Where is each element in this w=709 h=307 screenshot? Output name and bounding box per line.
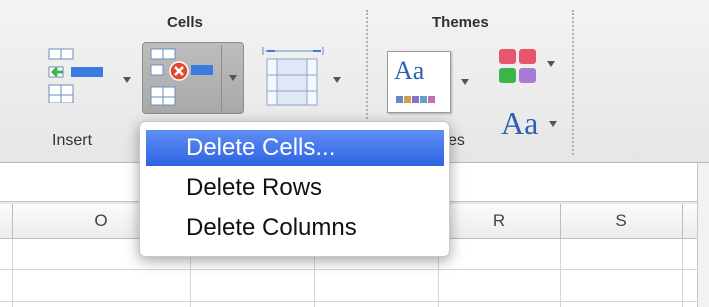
format-dropdown-caret[interactable] [333, 77, 341, 83]
themes-button[interactable]: Aa [378, 44, 480, 122]
column-header-label: O [94, 211, 108, 230]
grid-line [12, 239, 13, 307]
column-header-r[interactable]: R [438, 204, 561, 238]
format-button[interactable] [252, 40, 346, 116]
menu-item-delete-columns[interactable]: Delete Columns [146, 210, 444, 246]
menu-item-delete-cells[interactable]: Delete Cells... [146, 130, 444, 166]
themes-dropdown-caret[interactable] [461, 79, 469, 85]
theme-preview: Aa [387, 51, 451, 113]
cells-group-title: Cells [167, 14, 203, 31]
menu-item-delete-rows[interactable]: Delete Rows [146, 170, 444, 206]
theme-fonts-icon: Aa [501, 105, 539, 141]
vertical-scrollbar[interactable] [697, 163, 709, 307]
delete-dropdown-menu: Delete Cells... Delete Rows Delete Colum… [139, 121, 450, 257]
delete-dropdown-caret[interactable] [229, 75, 237, 81]
theme-colors-caret[interactable] [547, 61, 555, 67]
theme-fonts-button[interactable]: Aa [494, 100, 566, 152]
theme-preview-text: Aa [394, 56, 425, 85]
column-header-label: S [615, 211, 627, 230]
column-header-s[interactable]: S [560, 204, 683, 238]
grid-line [0, 269, 700, 270]
theme-fonts-caret[interactable] [549, 121, 557, 127]
color-swatches-icon [499, 49, 536, 83]
insert-label: Insert [52, 132, 93, 149]
themes-label: es [448, 132, 465, 149]
delete-cells-icon [150, 48, 213, 106]
insert-dropdown-caret[interactable] [123, 77, 131, 83]
grid-line [682, 239, 683, 307]
theme-colors-button[interactable] [492, 44, 564, 92]
split-divider [221, 45, 222, 111]
theme-colors-icon [396, 96, 435, 103]
format-cells-icon [262, 47, 324, 106]
insert-cells-icon [48, 48, 103, 103]
grid-line [0, 301, 700, 302]
delete-button[interactable] [142, 42, 244, 114]
column-header-label: R [492, 211, 506, 230]
insert-button[interactable] [38, 40, 136, 116]
grid-line [560, 239, 561, 307]
group-separator-2 [572, 10, 574, 155]
themes-group-title: Themes [432, 14, 489, 31]
